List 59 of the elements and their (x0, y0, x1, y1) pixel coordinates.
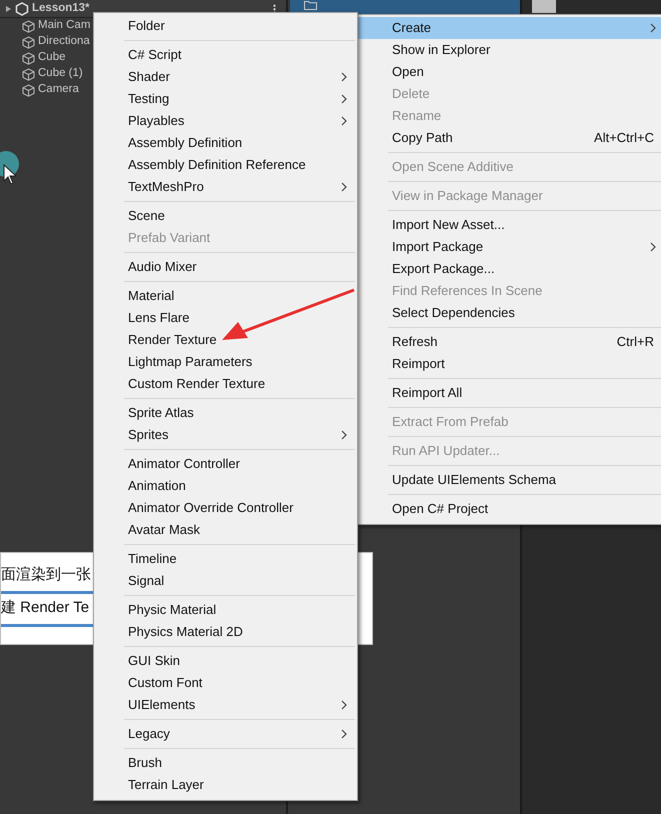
menu-item[interactable]: Folder (94, 15, 357, 37)
expand-arrow-icon[interactable] (6, 4, 12, 12)
menu-item[interactable]: Legacy (94, 723, 357, 745)
menu-item[interactable]: TextMeshPro (94, 176, 357, 198)
menu-item[interactable]: Sprite Atlas (94, 402, 357, 424)
menu-item[interactable]: Animator Controller (94, 453, 357, 475)
menu-item[interactable]: Avatar Mask (94, 519, 357, 541)
cube-icon (22, 52, 35, 64)
scrollbar[interactable] (532, 0, 556, 13)
scene-name[interactable]: Lesson13* (32, 0, 90, 18)
menu-item[interactable]: Brush (94, 752, 357, 774)
menu-item[interactable]: Timeline (94, 548, 357, 570)
menu-item[interactable]: Refresh Ctrl+R (358, 331, 661, 353)
menu-item[interactable]: Testing (94, 88, 357, 110)
menu-item[interactable]: Show in Explorer (358, 39, 661, 61)
menu-item[interactable]: Import New Asset... (358, 214, 661, 236)
menu-item[interactable]: Render Texture (94, 329, 357, 351)
menu-item[interactable]: Material (94, 285, 357, 307)
hierarchy-item[interactable]: Cube (38, 49, 66, 67)
menu-item[interactable]: Physic Material (94, 599, 357, 621)
hierarchy-item[interactable]: Cube (1) (38, 65, 83, 83)
menu-item[interactable]: Update UIElements Schema (358, 469, 661, 491)
menu-item[interactable]: Lightmap Parameters (94, 351, 357, 373)
menu-item[interactable]: Open C# Project (358, 498, 661, 520)
hierarchy-item[interactable]: Camera (38, 81, 79, 99)
menu-item[interactable]: Assembly Definition Reference (94, 154, 357, 176)
menu-item[interactable]: Create (358, 17, 661, 39)
menu-item[interactable]: Physics Material 2D (94, 621, 357, 643)
menu-item[interactable]: Shader (94, 66, 357, 88)
menu-item[interactable]: Import Package (358, 236, 661, 258)
folder-icon (304, 0, 317, 10)
menu-item[interactable]: Animator Override Controller (94, 497, 357, 519)
menu-item[interactable]: Scene (94, 205, 357, 227)
menu-item[interactable]: Custom Render Texture (94, 373, 357, 395)
menu-item[interactable]: C# Script (94, 44, 357, 66)
menu-item[interactable]: GUI Skin (94, 650, 357, 672)
menu-item[interactable]: Terrain Layer (94, 774, 357, 796)
menu-item[interactable]: Export Package... (358, 258, 661, 280)
menu-item[interactable]: Reimport (358, 353, 661, 375)
hierarchy-item[interactable]: Main Cam (38, 17, 90, 35)
menu-item[interactable]: Reimport All (358, 382, 661, 404)
cube-icon (22, 84, 35, 96)
menu-item[interactable]: UIElements (94, 694, 357, 716)
menu-item[interactable]: Audio Mixer (94, 256, 357, 278)
menu-item[interactable]: Custom Font (94, 672, 357, 694)
menu-item[interactable]: Playables (94, 110, 357, 132)
cube-icon (22, 68, 35, 80)
menu-item[interactable]: Sprites (94, 424, 357, 446)
cube-icon (22, 20, 35, 32)
menu-item[interactable]: Copy Path Alt+Ctrl+C (358, 127, 661, 149)
menu-item[interactable]: Assembly Definition (94, 132, 357, 154)
unity-logo-icon (15, 2, 29, 16)
menu-item[interactable]: Open (358, 61, 661, 83)
menu-item[interactable]: Select Dependencies (358, 302, 661, 324)
cube-icon (22, 36, 35, 48)
menu-item[interactable]: Animation (94, 475, 357, 497)
hierarchy-item[interactable]: Directiona (38, 33, 90, 51)
menu-item[interactable]: Lens Flare (94, 307, 357, 329)
menu-item[interactable]: Signal (94, 570, 357, 592)
